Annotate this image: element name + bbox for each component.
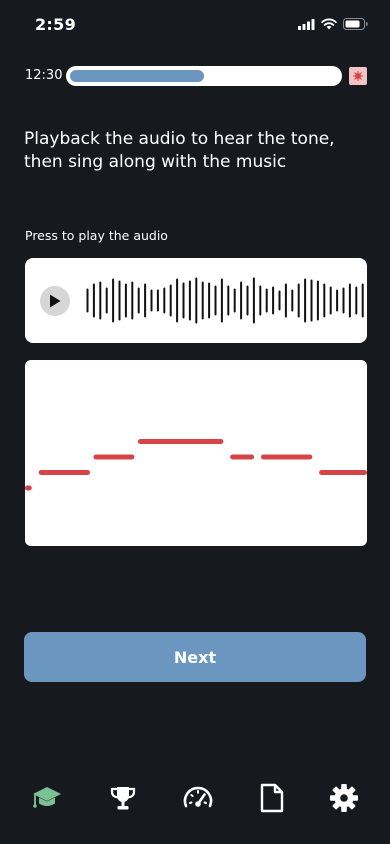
waveform-bar xyxy=(323,283,326,318)
waveform-bar xyxy=(208,282,211,319)
timer-label: 12:30 xyxy=(25,68,63,83)
pitch-note xyxy=(230,454,255,460)
waveform-bar xyxy=(188,280,191,321)
waveform-bar xyxy=(99,281,102,320)
waveform-bar xyxy=(316,280,319,321)
waveform-bar xyxy=(240,281,243,320)
waveform-bar xyxy=(355,286,358,315)
waveform-bar xyxy=(336,289,339,312)
tab-achievements[interactable] xyxy=(101,776,145,820)
waveform-bar xyxy=(150,289,153,312)
waveform-bar xyxy=(259,285,262,316)
pitch-graph xyxy=(25,360,367,546)
wifi-icon xyxy=(321,18,337,30)
waveform-bar xyxy=(169,284,172,317)
waveform-bar xyxy=(195,277,198,324)
waveform-bar xyxy=(278,290,281,311)
waveform-bar xyxy=(118,280,121,321)
waveform-bar xyxy=(112,278,115,323)
waveform-bar xyxy=(182,282,185,319)
pitch-notes xyxy=(25,439,367,491)
audio-prompt-label: Press to play the audio xyxy=(25,228,168,243)
pitch-note xyxy=(38,470,90,475)
waveform-bar xyxy=(86,288,89,313)
waveform-bar xyxy=(137,287,140,314)
waveform-bar xyxy=(227,285,230,316)
waveform-bar xyxy=(233,288,236,313)
flag-icon[interactable] xyxy=(349,67,367,85)
waveform-bar xyxy=(304,278,307,323)
waveform-bar xyxy=(291,289,294,312)
status-icons xyxy=(298,18,368,30)
progress-fill xyxy=(70,70,204,82)
next-button[interactable]: Next xyxy=(24,632,366,682)
status-time: 2:59 xyxy=(35,15,76,34)
waveform-bar xyxy=(342,287,345,314)
speedometer-icon xyxy=(183,786,213,808)
waveform-bar xyxy=(92,283,95,318)
progress-row: 12:30 xyxy=(25,66,367,86)
waveform-bar xyxy=(246,285,249,316)
waveform-bar xyxy=(131,281,134,320)
status-bar: 2:59 xyxy=(0,0,390,50)
waveform-bar xyxy=(220,278,223,323)
waveform-bar xyxy=(144,283,147,318)
play-button[interactable] xyxy=(40,286,70,316)
waveform-bar xyxy=(163,287,166,314)
cellular-signal-icon xyxy=(298,19,315,30)
waveform-bar xyxy=(284,283,287,318)
waveform xyxy=(86,277,364,324)
pitch-note xyxy=(137,439,224,444)
tab-bar xyxy=(0,776,390,820)
waveform-bar xyxy=(310,279,313,322)
waveform-bar xyxy=(176,278,179,323)
instruction-text: Playback the audio to hear the tone, the… xyxy=(24,129,335,172)
graduation-cap-icon xyxy=(33,787,61,808)
waveform-bar xyxy=(124,283,127,318)
tab-settings[interactable] xyxy=(322,776,366,820)
waveform-bar xyxy=(348,283,351,318)
tab-progress[interactable] xyxy=(176,776,220,820)
trophy-icon xyxy=(110,787,136,810)
waveform-bar xyxy=(297,283,300,318)
audio-player xyxy=(25,258,367,343)
progress-bar xyxy=(66,66,342,86)
tab-learn[interactable] xyxy=(25,776,69,820)
pitch-note xyxy=(319,470,367,475)
battery-icon xyxy=(343,18,368,30)
pitch-note xyxy=(25,485,32,491)
waveform-bar xyxy=(201,281,204,320)
waveform-bar xyxy=(265,288,268,313)
waveform-bar xyxy=(214,285,217,316)
waveform-bar xyxy=(252,277,255,324)
waveform-bar xyxy=(329,286,332,315)
document-icon xyxy=(260,783,284,813)
waveform-bar xyxy=(272,286,275,315)
waveform-bar xyxy=(156,289,159,312)
gear-icon xyxy=(330,784,358,812)
flag-symbol-icon xyxy=(353,71,363,81)
waveform-bar xyxy=(105,287,108,314)
pitch-note xyxy=(93,454,135,460)
tab-documents[interactable] xyxy=(250,776,294,820)
play-icon xyxy=(50,294,61,308)
waveform-bar xyxy=(361,283,364,318)
pitch-note xyxy=(261,454,313,460)
